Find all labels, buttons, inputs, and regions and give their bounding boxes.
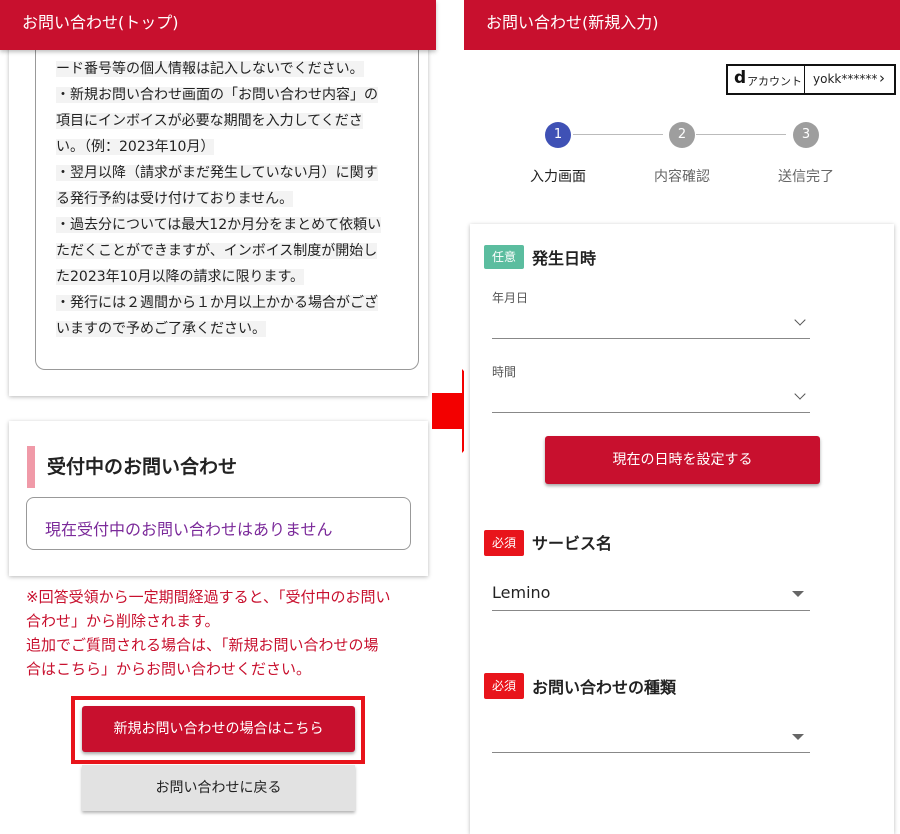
required-tag: 必須 (484, 530, 524, 556)
deletion-warning: ※回答受領から一定期間経過すると、「受付中のお問い 合わせ」から削除されます。 … (26, 585, 431, 681)
no-inquiries-message: 現在受付中のお問い合わせはありません (26, 497, 411, 550)
back-to-inquiries-button[interactable]: お問い合わせに戻る (82, 765, 355, 811)
warning-line: 合はこちら」からお問い合わせください。 (26, 660, 312, 678)
date-select[interactable] (492, 306, 810, 338)
account-user-id: yokk****** (813, 72, 878, 86)
right-arrow-icon (432, 393, 462, 429)
page-title: お問い合わせ(新規入力) (486, 13, 659, 32)
section-title: 受付中のお問い合わせ (47, 456, 238, 478)
occurrence-title: 発生日時 (532, 249, 597, 268)
step-connector (696, 134, 786, 135)
service-select[interactable]: Lemino (492, 578, 810, 610)
time-underline (492, 412, 810, 413)
date-label: 年月日 (492, 291, 529, 305)
step-connector (573, 134, 663, 135)
notice-line: 項目にインボイスが必要な期間を入力してくださ (56, 113, 363, 129)
triangle-down-icon (792, 734, 804, 740)
service-title: サービス名 (532, 534, 613, 553)
inquiry-type-underline (492, 752, 810, 753)
page-header: お問い合わせ(新規入力) (464, 0, 900, 50)
notice-text: ード番号等の個人情報は記入しないでください。 ・新規お問い合わせ画面の「お問い合… (56, 56, 396, 342)
inquiry-type-title: お問い合わせの種類 (532, 678, 677, 697)
date-underline (492, 338, 810, 339)
notice-line: ただくことができますが、インボイス制度が開始し (56, 243, 378, 259)
step-3-indicator: 3 (793, 122, 819, 148)
step-2-indicator: 2 (669, 122, 695, 148)
inquiry-type-select[interactable] (492, 720, 810, 752)
set-current-datetime-button[interactable]: 現在の日時を設定する (545, 436, 820, 484)
page-title: お問い合わせ(トップ) (22, 13, 179, 32)
notice-line: た2023年10月以降の請求に限ります。 (56, 269, 305, 285)
notice-line: ・過去分については最大12か月分をまとめて依頼い (56, 217, 382, 233)
chevron-right-icon: › (879, 69, 885, 87)
d-account-label: アカウント (747, 75, 802, 88)
divider (804, 66, 805, 93)
notice-line: ード番号等の個人情報は記入しないでください。 (56, 61, 364, 77)
notice-line: る発行予約は受け付けておりません。 (56, 191, 294, 207)
new-inquiry-button[interactable]: 新規お問い合わせの場合はこちら (82, 706, 355, 752)
d-account-badge[interactable]: d アカウント yokk****** › (726, 64, 896, 95)
required-tag: 必須 (484, 673, 524, 699)
step-3-label: 送信完了 (778, 169, 834, 185)
service-underline (492, 610, 810, 611)
warning-line: ※回答受領から一定期間経過すると、「受付中のお問い (26, 588, 391, 606)
section-accent-bar (27, 446, 35, 488)
warning-line: 追加でご質問される場合は、「新規お問い合わせの場 (26, 636, 379, 654)
notice-line: い。（例：2023年10月） (56, 139, 215, 155)
new-inquiry-panel: お問い合わせ(新規入力) d アカウント yokk****** › 1 2 3 … (464, 0, 900, 834)
triangle-down-icon (792, 591, 804, 597)
d-logo-icon: d (734, 68, 747, 88)
time-select[interactable] (492, 380, 810, 412)
inquiry-top-panel: ード番号等の個人情報は記入しないでください。 ・新規お問い合わせ画面の「お問い合… (0, 0, 436, 822)
time-label: 時間 (492, 365, 517, 379)
warning-line: 合わせ」から削除されます。 (26, 612, 220, 630)
chevron-down-icon (794, 388, 806, 400)
service-value: Lemino (492, 583, 551, 602)
step-2-label: 内容確認 (654, 169, 710, 185)
notice-line: ・発行には２週間から１か月以上かかる場合がござ (56, 295, 378, 311)
step-1-label: 入力画面 (530, 169, 586, 185)
notice-line: ・翌月以降（請求がまだ発生していない月）に関す (56, 165, 378, 181)
step-1-indicator: 1 (545, 122, 571, 148)
chevron-down-icon (794, 314, 806, 326)
notice-line: いますので予めご了承ください。 (56, 321, 266, 337)
optional-tag: 任意 (484, 245, 524, 269)
page-header: お問い合わせ(トップ) (0, 0, 436, 50)
notice-line: ・新規お問い合わせ画面の「お問い合わせ内容」の (56, 87, 378, 103)
